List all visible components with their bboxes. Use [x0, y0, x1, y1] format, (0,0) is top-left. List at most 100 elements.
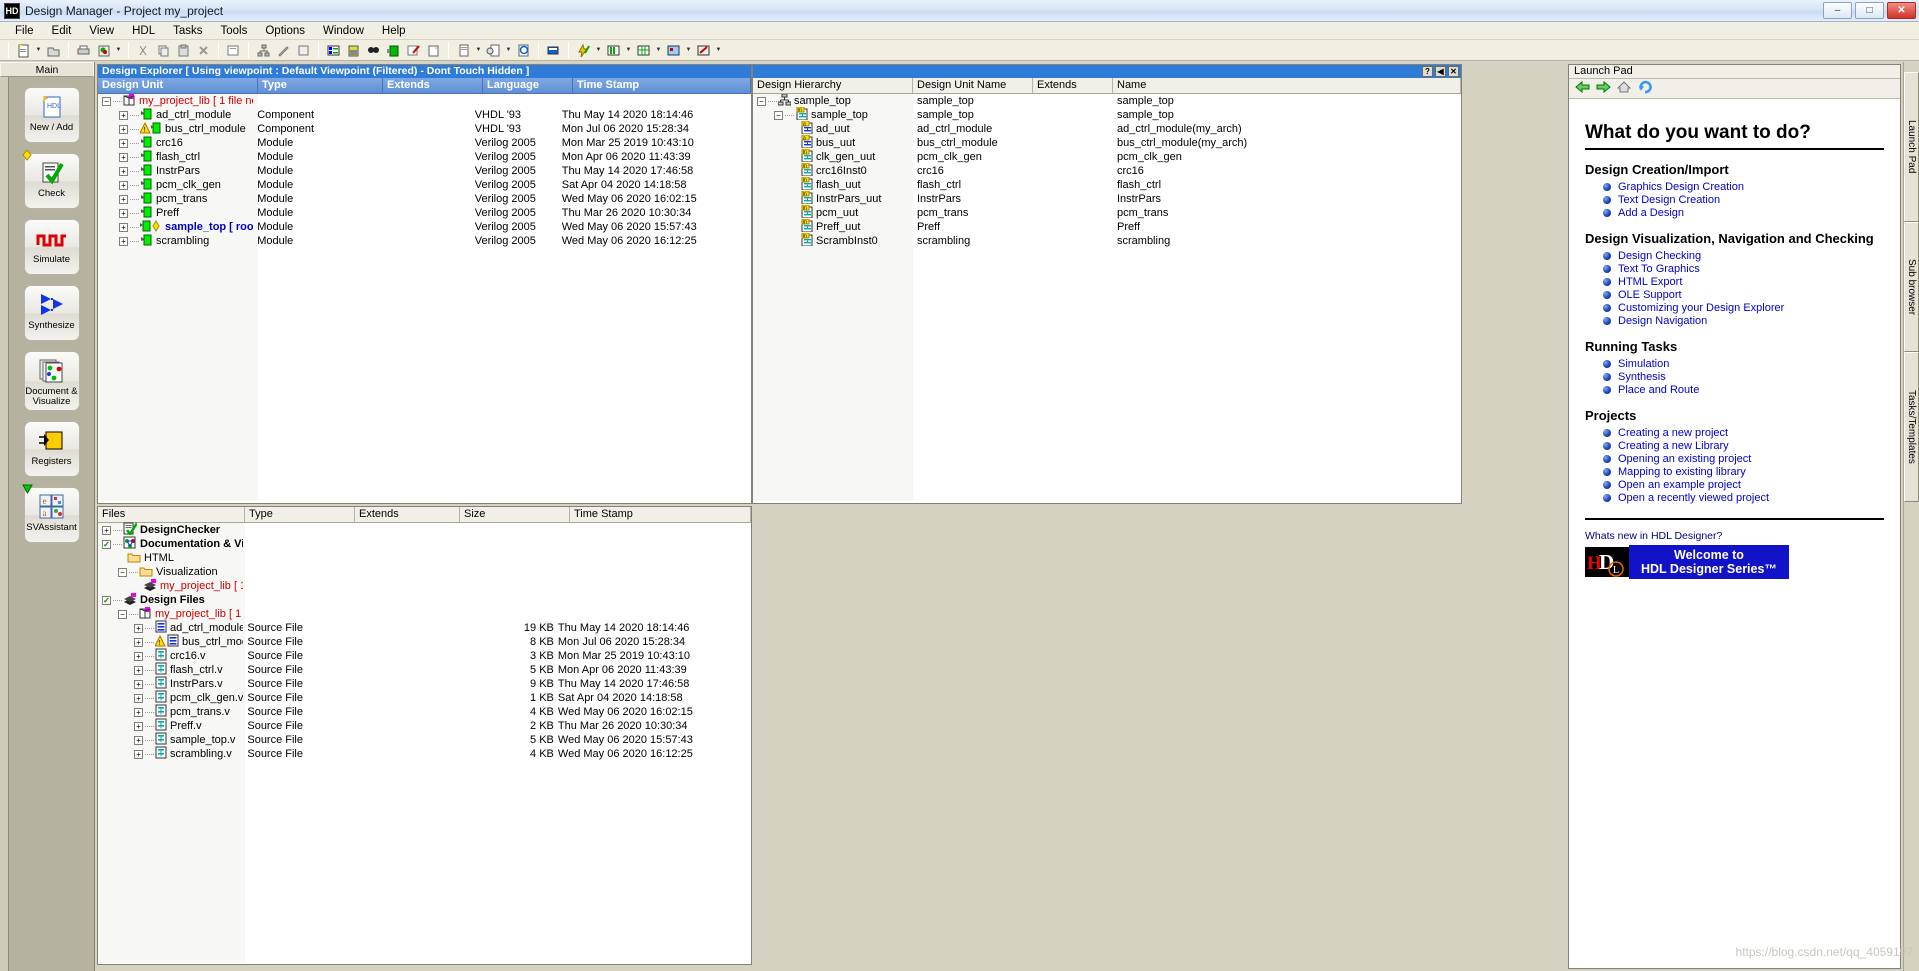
tree-node[interactable]: + ad_ctrl_module — [98, 108, 253, 123]
launch-pad-link-row[interactable]: Creating a new Library — [1603, 440, 1884, 452]
launch-pad-link[interactable]: OLE Support — [1618, 289, 1682, 301]
table-row[interactable]: + InstrPars.v Source File 9 KB Thu May 14 20… — [98, 676, 751, 691]
close-button[interactable]: ✕ — [1887, 2, 1916, 19]
table-row[interactable]: +! bus_ctrl_module Component VHDL '93 Mon Ju… — [98, 121, 751, 137]
column-header-extends[interactable]: Extends — [1033, 78, 1113, 93]
design-hierarchy-tree[interactable]: − sample_top sample_top sample_top − m sample_… — [753, 93, 1461, 501]
open-folder-icon[interactable] — [44, 41, 63, 60]
table-row[interactable]: + flash_ctrl.v Source File 5 KB Mon Apr 06 2… — [98, 662, 751, 677]
right-tab-strip[interactable]: Launch Pad Sub browser Tasks/Templates — [1903, 62, 1919, 971]
launch-pad-link[interactable]: HTML Export — [1618, 276, 1682, 288]
tree-node[interactable]: − Visualization — [98, 565, 243, 580]
design-explorer-tree[interactable]: − my_project_lib [ 1 file not parse... + ad… — [98, 93, 751, 501]
sidebar-button-registers[interactable]: Registers — [23, 421, 80, 477]
table-row[interactable]: − my_project_lib [ 1 file not p... — [98, 606, 751, 621]
expand-toggle[interactable]: + — [119, 138, 128, 148]
tree-node[interactable]: + InstrPars — [98, 164, 253, 179]
paint-dropdown-arrow[interactable]: ▼ — [714, 41, 723, 60]
launch-pad-link-row[interactable]: Design Checking — [1603, 250, 1884, 262]
collapse-toggle[interactable]: − — [774, 110, 783, 120]
table-row[interactable]: + scrambling.v Source File 4 KB Wed May 06 2… — [98, 746, 751, 761]
launch-pad-link-row[interactable]: Open an example project — [1603, 479, 1884, 491]
launch-pad-link-row[interactable]: Simulation — [1603, 358, 1884, 370]
launch-pad-link[interactable]: Customizing your Design Explorer — [1618, 302, 1784, 314]
sidebar-button-sv-assistant[interactable]: ea SVAssistant — [21, 484, 80, 543]
tree-node[interactable]: +! bus_ctrl_module — [98, 121, 253, 137]
table-row[interactable]: m ScrambInst0 scrambling scrambling — [753, 233, 1461, 248]
back-arrow-icon[interactable] — [1575, 80, 1590, 97]
launch-pad-link-row[interactable]: Open a recently viewed project — [1603, 492, 1884, 504]
expand-toggle[interactable]: + — [119, 110, 128, 120]
expand-toggle[interactable]: + — [119, 180, 128, 190]
sidebar-button-simulate[interactable]: Simulate — [23, 219, 80, 275]
table-row[interactable]: + flash_ctrl Module Verilog 2005 Mon Apr 06 … — [98, 150, 751, 164]
column-dropdown-arrow[interactable]: ▼ — [624, 41, 633, 60]
column-icon[interactable] — [604, 41, 623, 60]
vertical-tab-sub-browser[interactable]: Sub browser — [1904, 222, 1919, 352]
page-dropdown-arrow[interactable]: ▼ — [474, 41, 483, 60]
table-row[interactable]: a ad_uut ad_ctrl_module ad_ctrl_module(my_a… — [753, 121, 1461, 136]
menubar[interactable]: File Edit View HDL Tasks Tools Options W… — [0, 22, 1919, 40]
new-file-icon[interactable] — [14, 41, 33, 60]
launch-pad-link-row[interactable]: Mapping to existing library — [1603, 466, 1884, 478]
table-row[interactable]: m pcm_uut pcm_trans pcm_trans — [753, 205, 1461, 220]
expand-toggle[interactable]: + — [134, 693, 143, 703]
collapse-toggle[interactable]: − — [118, 567, 127, 577]
checkbox-toggle[interactable]: ✓ — [102, 595, 111, 605]
vertical-tab-launch-pad[interactable]: Launch Pad — [1904, 72, 1919, 222]
table-row[interactable]: + crc16 Module Verilog 2005 Mon Mar 25 2019 … — [98, 136, 751, 150]
tree-node[interactable]: + scrambling — [98, 234, 253, 249]
window-controls[interactable]: – □ ✕ — [1823, 2, 1916, 19]
expand-toggle[interactable]: + — [119, 124, 128, 134]
tree-node[interactable]: + flash_ctrl — [98, 150, 253, 165]
table-row[interactable]: ✓ Design Files — [98, 592, 751, 607]
launch-pad-link[interactable]: Open an example project — [1618, 479, 1741, 491]
expand-toggle[interactable]: + — [119, 152, 128, 162]
print-icon[interactable] — [74, 41, 93, 60]
menu-item-help[interactable]: Help — [373, 24, 415, 38]
hierarchy-icon[interactable] — [254, 41, 273, 60]
table-row[interactable]: + Preff.v Source File 2 KB Thu Mar 26 2020 1… — [98, 718, 751, 733]
grid-dropdown-arrow[interactable]: ▼ — [654, 41, 663, 60]
table-row[interactable]: + sample_top.v Source File 5 KB Wed May 06 2… — [98, 732, 751, 747]
launch-pad-link[interactable]: Text Design Creation — [1618, 194, 1720, 206]
minimize-button[interactable]: – — [1823, 2, 1852, 19]
menu-item-edit[interactable]: Edit — [43, 24, 81, 38]
sidebar-button-synthesize[interactable]: Synthesize — [23, 285, 80, 341]
files-header[interactable]: Files Type Extends Size Time Stamp — [98, 507, 751, 523]
launch-pad-link[interactable]: Creating a new project — [1618, 427, 1728, 439]
expand-toggle[interactable]: + — [102, 525, 111, 535]
block-icon[interactable] — [664, 41, 683, 60]
home-icon[interactable] — [1616, 80, 1632, 97]
tree-node[interactable]: HTML — [98, 551, 243, 566]
column-header-size[interactable]: Size — [460, 507, 570, 522]
expand-toggle[interactable]: + — [119, 222, 128, 232]
launch-pad-link[interactable]: Synthesis — [1618, 371, 1666, 383]
block-dropdown-arrow[interactable]: ▼ — [684, 41, 693, 60]
table-row[interactable]: + pcm_clk_gen Module Verilog 2005 Sat Apr 04… — [98, 178, 751, 192]
tree-node[interactable]: + sample_top [ root ] — [98, 219, 253, 235]
launch-pad-link-row[interactable]: Text Design Creation — [1603, 194, 1884, 206]
sidebar-tab-main[interactable]: Main — [0, 62, 94, 77]
table-row[interactable]: − Visualization — [98, 565, 751, 579]
expand-toggle[interactable]: + — [134, 637, 143, 647]
menu-item-file[interactable]: File — [6, 24, 43, 38]
pencil-icon[interactable] — [274, 41, 293, 60]
column-header-name[interactable]: Name — [1113, 78, 1461, 93]
collapse-toggle[interactable]: − — [118, 609, 127, 619]
refresh-dropdown-arrow[interactable]: ▼ — [114, 41, 123, 60]
tree-node[interactable]: + Preff — [98, 206, 253, 221]
launch-pad-link-row[interactable]: Place and Route — [1603, 384, 1884, 396]
column-header-files[interactable]: Files — [98, 507, 245, 522]
sidebar-button-check[interactable]: Check — [21, 149, 80, 209]
cut-icon[interactable] — [134, 41, 153, 60]
table-row[interactable]: + crc16.v Source File 3 KB Mon Mar 25 2019 1… — [98, 648, 751, 663]
expand-toggle[interactable]: + — [134, 623, 143, 633]
panel-caption-buttons[interactable]: ? ◀ ✕ — [1422, 66, 1459, 77]
copy-icon[interactable] — [154, 41, 173, 60]
main-sidebar[interactable]: Main HDL New / Add Check Simulate Synthe… — [0, 62, 95, 971]
launch-pad-link[interactable]: Text To Graphics — [1618, 263, 1700, 275]
column-header-design-hierarchy[interactable]: Design Hierarchy — [753, 78, 913, 93]
tree-node[interactable]: + crc16 — [98, 136, 253, 151]
refresh-icon[interactable] — [94, 41, 113, 60]
